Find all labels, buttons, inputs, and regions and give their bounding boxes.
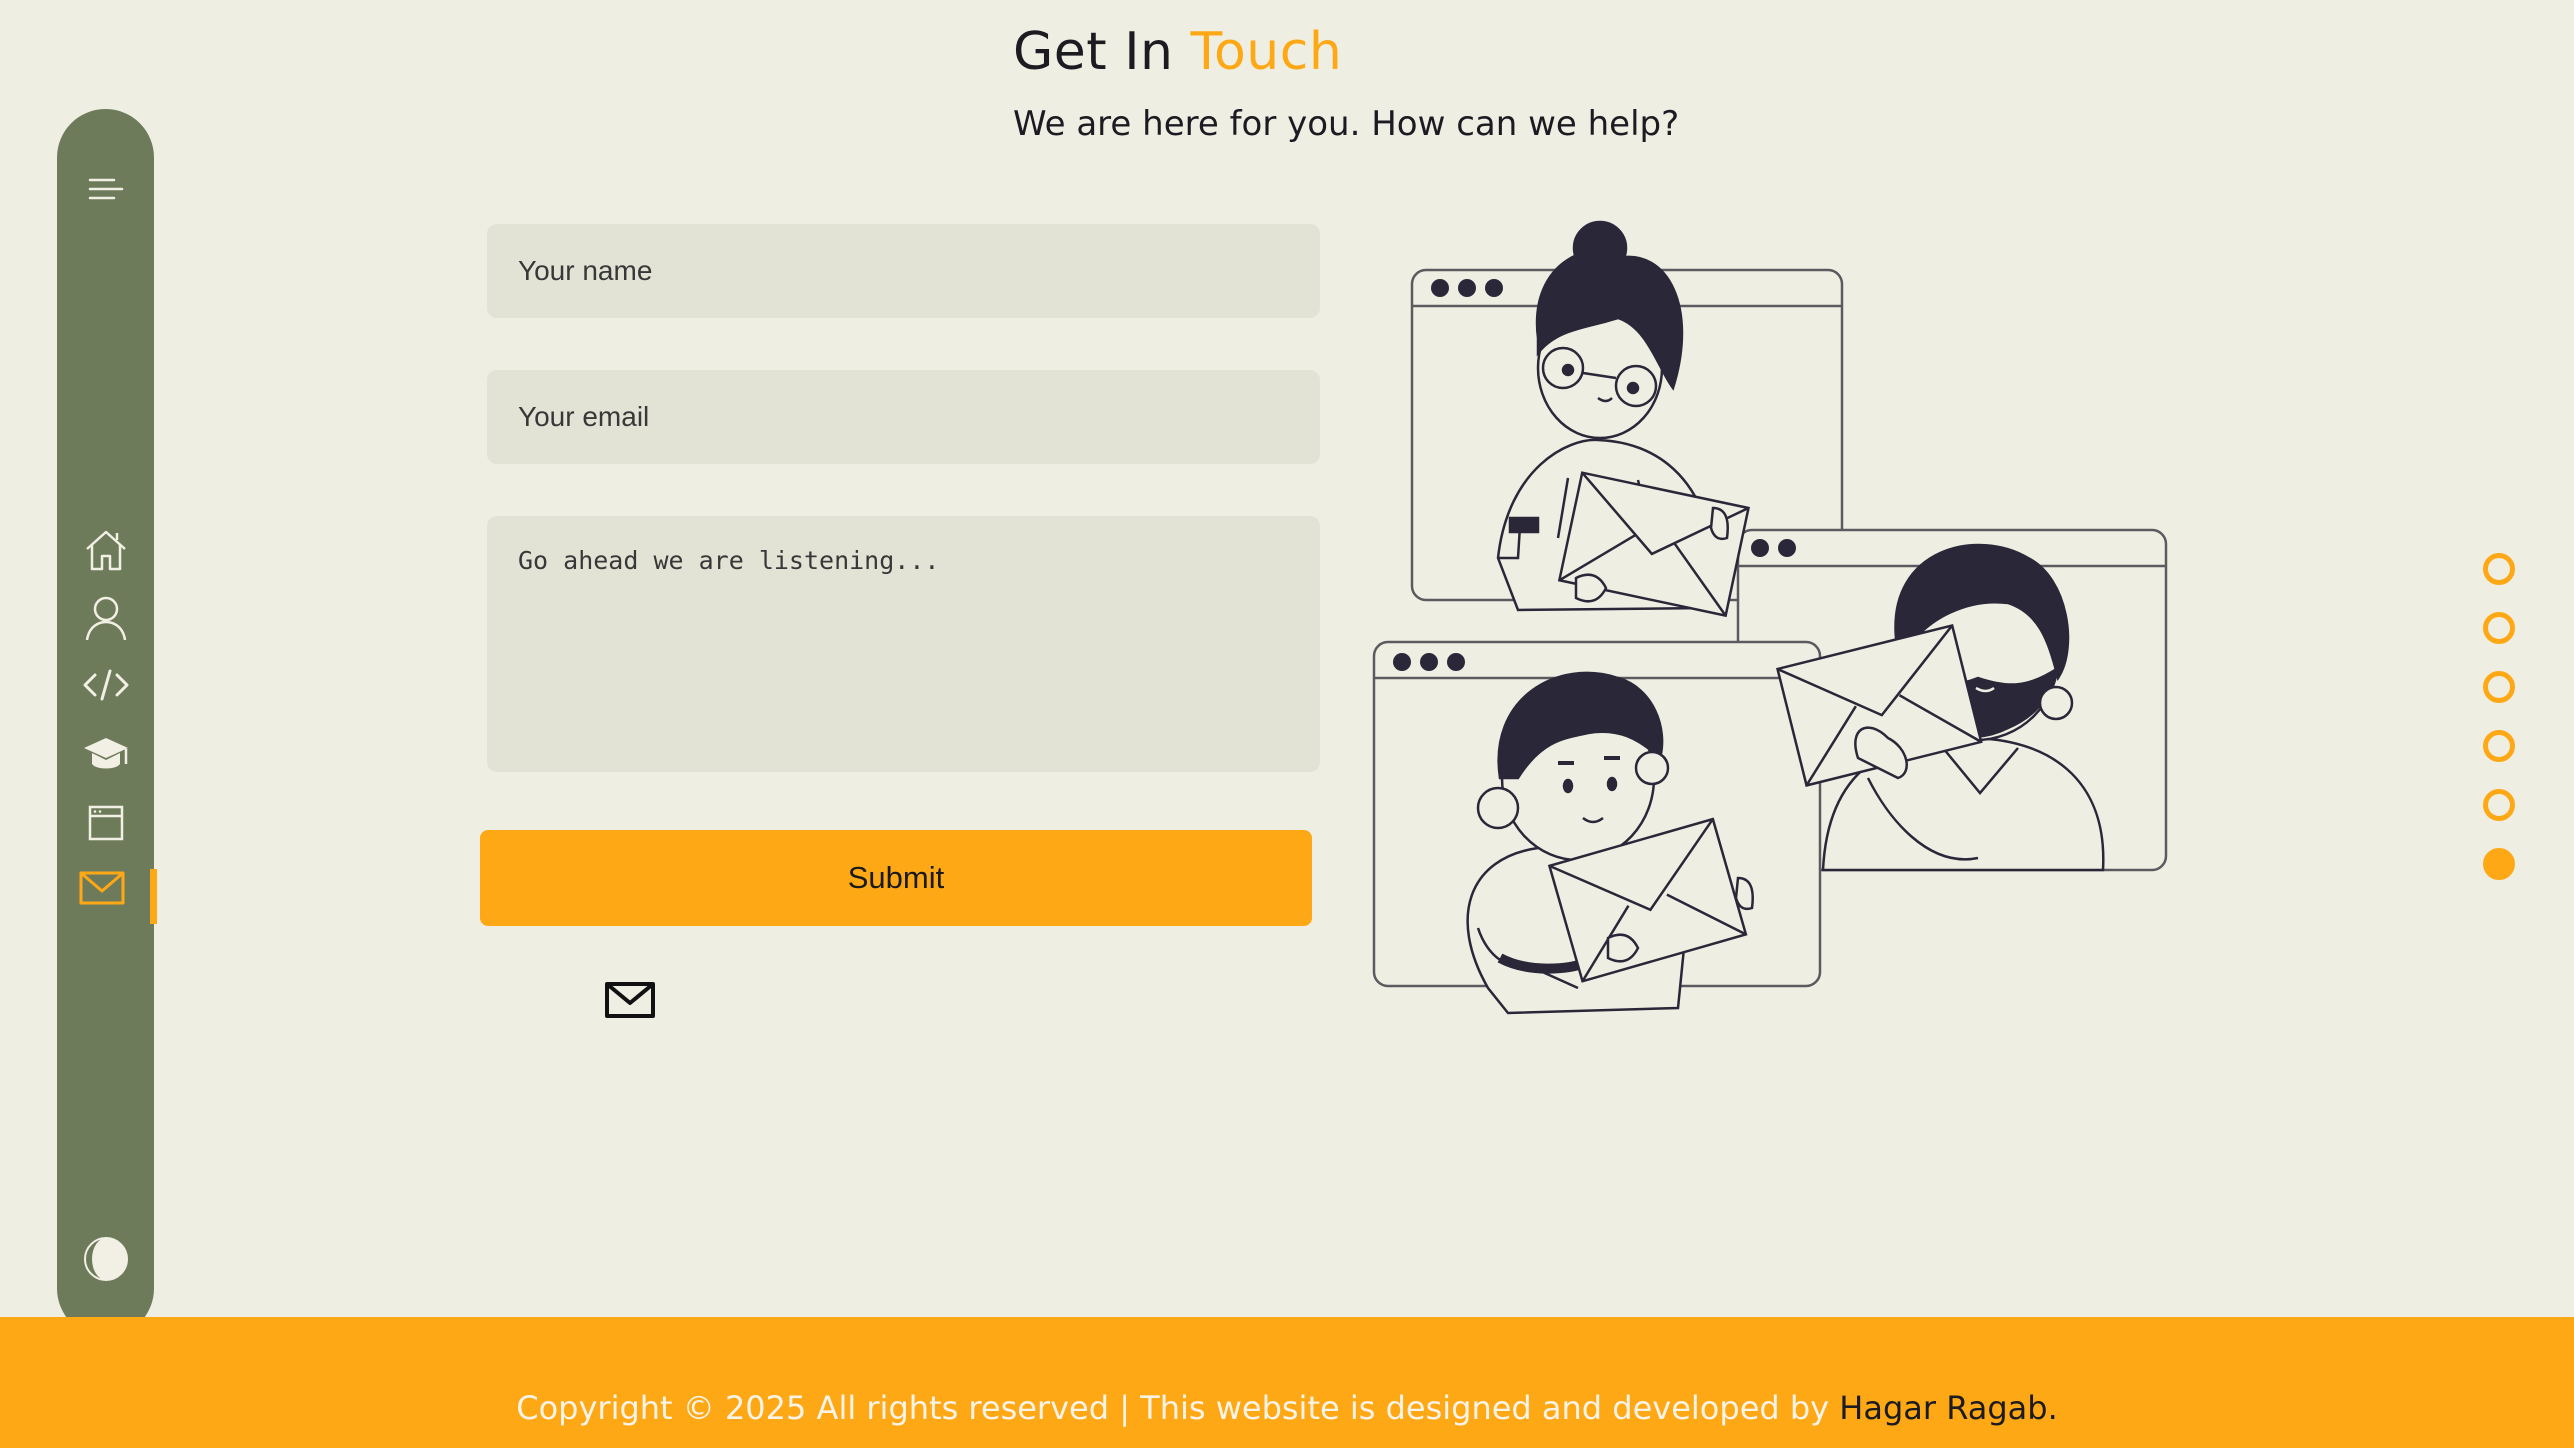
- footer-copyright-text: Copyright © 2025 All rights reserved | T…: [516, 1388, 1840, 1427]
- footer-author-link[interactable]: Hagar Ragab.: [1839, 1389, 2057, 1427]
- message-textarea[interactable]: [487, 516, 1320, 772]
- active-nav-indicator: [150, 869, 157, 924]
- page-title-main: Get In: [1013, 22, 1191, 82]
- footer: Copyright © 2025 All rights reserved | T…: [0, 1317, 2574, 1448]
- section-dot[interactable]: [2483, 789, 2515, 821]
- browser-window-icon[interactable]: [86, 803, 126, 843]
- code-icon[interactable]: [81, 665, 131, 705]
- contact-illustration: [1368, 218, 2178, 1022]
- section-dot[interactable]: [2483, 612, 2515, 644]
- graduation-cap-icon[interactable]: [82, 734, 130, 776]
- email-input[interactable]: [487, 370, 1320, 464]
- user-icon[interactable]: [83, 594, 129, 644]
- section-dot[interactable]: [2483, 730, 2515, 762]
- section-dot[interactable]: [2483, 671, 2515, 703]
- mail-icon[interactable]: [78, 869, 126, 907]
- name-input[interactable]: [487, 224, 1320, 318]
- page-title-accent: Touch: [1190, 22, 1343, 82]
- submit-button[interactable]: Submit: [480, 830, 1312, 926]
- section-dot[interactable]: [2483, 553, 2515, 585]
- footer-copyright: Copyright © 2025 All rights reserved | T…: [516, 1389, 2058, 1427]
- menu-icon[interactable]: [86, 171, 126, 207]
- home-icon[interactable]: [83, 527, 129, 573]
- sidebar: [57, 109, 157, 1337]
- theme-toggle-icon[interactable]: [82, 1235, 130, 1283]
- envelope-icon[interactable]: [604, 980, 656, 1024]
- page-title: Get In Touch: [1013, 22, 1342, 82]
- page-subtitle: We are here for you. How can we help?: [1013, 104, 1680, 144]
- section-dot[interactable]: [2483, 848, 2515, 880]
